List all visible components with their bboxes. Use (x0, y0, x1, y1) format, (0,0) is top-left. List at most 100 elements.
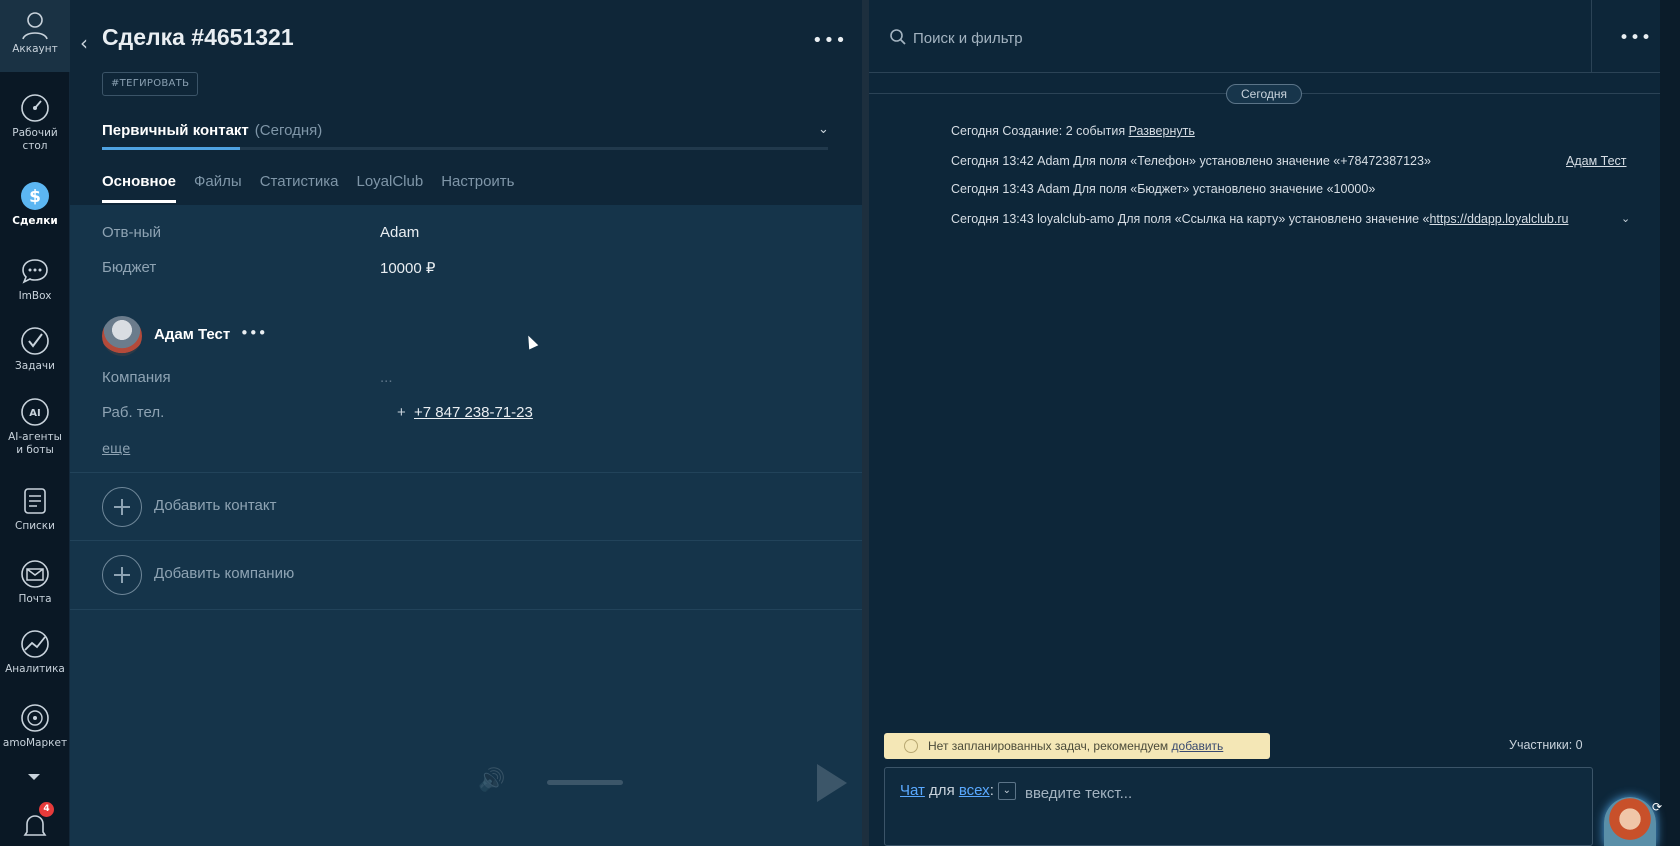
participants-count[interactable]: Участники: 0 (1509, 738, 1583, 752)
clock-icon (904, 739, 918, 753)
responsible-value[interactable]: Adam (380, 224, 419, 241)
more-options-icon[interactable]: ••• (240, 324, 267, 342)
refresh-icon[interactable]: ⟳ (1652, 800, 1662, 814)
event-text: Сегодня 13:42 Adam Для поля «Телефон» ус… (951, 154, 1431, 168)
feed-event: Сегодня 13:43 loyalclub-amo Для поля «Сс… (951, 212, 1568, 226)
tab-main[interactable]: Основное (102, 173, 177, 203)
chevron-down-icon[interactable]: ⌄ (1621, 212, 1630, 225)
mail-icon (21, 560, 49, 588)
field-label: Отв-ный (102, 224, 161, 241)
chevron-down-icon[interactable] (28, 774, 40, 780)
search-input[interactable] (913, 26, 1513, 50)
chat-composer: Чат для всех: ⌄ (884, 767, 1593, 846)
more-options-icon[interactable]: ••• (1619, 28, 1652, 48)
assistant-avatar[interactable] (1604, 797, 1656, 846)
volume-slider (547, 780, 623, 785)
tab-loyalclub[interactable]: LoyalClub (356, 173, 423, 203)
contact-name[interactable]: Адам Тест (154, 326, 230, 343)
search-bar: ••• (869, 0, 1660, 73)
panel-splitter[interactable] (862, 0, 869, 846)
deal-title[interactable]: Сделка #4651321 (102, 24, 294, 51)
tasks-icon (21, 327, 49, 355)
nav-account[interactable]: Аккаунт (0, 0, 70, 72)
play-icon (817, 764, 847, 802)
nav-account-label: Аккаунт (12, 43, 58, 55)
more-fields-link[interactable]: еще (102, 442, 130, 457)
nav-item-label: Сделки (12, 215, 58, 227)
stage-name: Первичный контакт (102, 122, 249, 139)
mouse-cursor-icon (523, 333, 539, 350)
avatar[interactable] (102, 316, 142, 356)
deal-tabs: Основное Файлы Статистика LoyalClub Наст… (102, 173, 515, 203)
field-label: Компания (102, 369, 171, 386)
tasks-notice-text: Нет запланированных задач, рекомендуем (928, 739, 1172, 753)
svg-text:AI: AI (29, 408, 40, 419)
nav-item-label: AI-агенты и боты (8, 431, 62, 456)
field-label: Бюджет (102, 259, 157, 276)
chat-type-link[interactable]: Чат (900, 782, 925, 799)
feed-event: Сегодня 13:43 Adam Для поля «Бюджет» уст… (951, 182, 1375, 196)
left-nav: Аккаунт Рабочий стол $ Сделки ImBox Зада… (0, 0, 70, 846)
feed-event: Сегодня Создание: 2 события Развернуть (951, 124, 1195, 138)
tasks-notice: Нет запланированных задач, рекомендуем д… (884, 733, 1270, 759)
nav-item-tasks[interactable]: Задачи (0, 325, 70, 373)
nav-item-dashboard[interactable]: Рабочий стол (0, 92, 70, 153)
add-company-label: Добавить компанию (154, 565, 295, 582)
more-options-icon[interactable]: ••• (812, 30, 847, 51)
back-arrow-icon[interactable]: ‹ (80, 31, 88, 55)
expand-link[interactable]: Развернуть (1129, 124, 1195, 138)
nav-item-label: Списки (15, 520, 55, 532)
event-text: Сегодня 13:43 loyalclub-amo Для поля «Сс… (951, 212, 1430, 226)
plus-circle-icon (102, 555, 142, 595)
tag-button[interactable]: #ТЕГИРОВАТЬ (102, 72, 199, 96)
tab-files[interactable]: Файлы (194, 173, 242, 203)
stage-time: (Сегодня) (254, 122, 323, 139)
phone-link[interactable]: +7 847 238-71-23 (414, 404, 533, 421)
app: Аккаунт Рабочий стол $ Сделки ImBox Зада… (0, 0, 1680, 846)
activity-feed: ••• Сегодня Сегодня Создание: 2 события … (869, 0, 1662, 846)
nav-item-deals[interactable]: $ Сделки (0, 180, 70, 228)
add-task-link[interactable]: добавить (1172, 739, 1224, 753)
nav-item-label: ImBox (18, 290, 52, 302)
deal-card-header: ‹ Сделка #4651321 ••• #ТЕГИРОВАТЬ Первич… (70, 0, 862, 205)
plus-circle-icon (102, 487, 142, 527)
tab-statistics[interactable]: Статистика (260, 173, 339, 203)
add-contact-label: Добавить контакт (154, 497, 277, 514)
card-url-link[interactable]: https://ddapp.loyalclub.ru (1429, 212, 1568, 226)
chat-input[interactable] (1025, 782, 1325, 804)
field-responsible: Отв-ный Adam (102, 224, 802, 246)
budget-value[interactable]: 10000 ₽ (380, 259, 435, 277)
divider (70, 540, 862, 541)
pipeline-stage[interactable]: Первичный контакт (Сегодня) (102, 122, 322, 139)
nav-item-label: Почта (18, 593, 52, 605)
market-icon (21, 704, 49, 732)
chevron-down-icon[interactable]: ⌄ (818, 122, 829, 137)
nav-item-mail[interactable]: Почта (0, 558, 70, 606)
nav-item-market[interactable]: amoМаркет (0, 702, 70, 750)
chat-recipients-link[interactable]: всех (959, 782, 990, 799)
nav-item-lists[interactable]: Списки (0, 485, 70, 533)
add-phone-icon[interactable]: + (397, 404, 406, 421)
event-author-link[interactable]: Адам Тест (1566, 154, 1627, 168)
date-separator: Сегодня (1226, 84, 1302, 104)
nav-item-ai[interactable]: AI AI-агенты и боты (0, 396, 70, 457)
search-icon (890, 29, 906, 45)
chat-icon (22, 259, 48, 284)
company-value[interactable]: ... (380, 369, 393, 386)
divider (70, 609, 862, 610)
nav-item-label: Рабочий стол (12, 127, 58, 152)
nav-item-analytics[interactable]: Аналитика (0, 628, 70, 676)
field-label: Раб. тел. (102, 404, 165, 421)
nav-item-label: Задачи (15, 360, 55, 372)
notifications-badge: 4 (39, 802, 54, 817)
divider (1591, 0, 1592, 73)
nav-item-imbox[interactable]: ImBox (0, 255, 70, 303)
volume-icon: 🔊 (478, 768, 506, 793)
tab-settings[interactable]: Настроить (441, 173, 514, 203)
field-budget: Бюджет 10000 ₽ (102, 259, 802, 281)
stage-progress (102, 147, 828, 150)
chevron-down-icon[interactable]: ⌄ (997, 782, 1016, 801)
nav-item-notifications[interactable] (0, 810, 70, 845)
deals-icon: $ (21, 182, 49, 210)
account-icon (22, 12, 48, 40)
